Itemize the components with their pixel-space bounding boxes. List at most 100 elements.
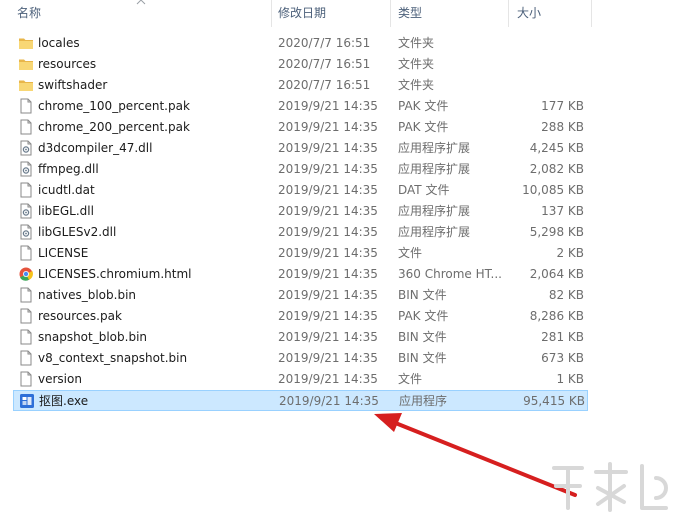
file-name: chrome_200_percent.pak	[38, 120, 190, 134]
file-row[interactable]: resources 2020/7/7 16:51 文件夹	[13, 54, 588, 75]
dll-icon	[18, 140, 34, 156]
file-row[interactable]: ffmpeg.dll 2019/9/21 14:35 应用程序扩展 2,082 KB	[13, 159, 588, 180]
file-date: 2020/7/7 16:51	[278, 78, 371, 92]
file-size: 137 KB	[541, 204, 584, 218]
file-type: BIN 文件	[398, 351, 447, 365]
file-row[interactable]: LICENSE 2019/9/21 14:35 文件 2 KB	[13, 243, 588, 264]
column-header-date[interactable]: 修改日期	[278, 0, 390, 27]
column-divider[interactable]	[271, 0, 272, 27]
file-type: 应用程序	[399, 394, 448, 408]
file-type: 应用程序扩展	[398, 141, 471, 155]
file-date: 2019/9/21 14:35	[278, 372, 378, 386]
file-date: 2019/9/21 14:35	[278, 309, 378, 323]
file-size: 2,064 KB	[529, 267, 584, 281]
file-row[interactable]: chrome_100_percent.pak 2019/9/21 14:35 PAK…	[13, 96, 588, 117]
file-row[interactable]: libGLESv2.dll 2019/9/21 14:35 应用程序扩展 5,298 …	[13, 222, 588, 243]
file-row[interactable]: resources.pak 2019/9/21 14:35 PAK 文件 8,286 …	[13, 306, 588, 327]
file-date: 2019/9/21 14:35	[278, 120, 378, 134]
file-type: 文件	[398, 372, 423, 386]
file-name: locales	[38, 36, 80, 50]
file-date: 2020/7/7 16:51	[278, 36, 371, 50]
file-type: 360 Chrome HT...	[398, 267, 502, 281]
dll-icon	[18, 203, 34, 219]
dll-icon	[18, 224, 34, 240]
file-date: 2019/9/21 14:35	[278, 246, 378, 260]
column-header-size[interactable]: 大小	[517, 0, 591, 27]
file-type: 文件夹	[398, 78, 435, 92]
file-type: DAT 文件	[398, 183, 450, 197]
file-date: 2019/9/21 14:35	[278, 330, 378, 344]
file-name: ffmpeg.dll	[38, 162, 99, 176]
column-divider[interactable]	[591, 0, 592, 27]
file-row[interactable]: chrome_200_percent.pak 2019/9/21 14:35 PAK…	[13, 117, 588, 138]
file-row[interactable]: natives_blob.bin 2019/9/21 14:35 BIN 文件 82 …	[13, 285, 588, 306]
file-row[interactable]: 抠图.exe 2019/9/21 14:35 应用程序 95,415 KB	[13, 390, 588, 411]
file-row[interactable]: locales 2020/7/7 16:51 文件夹	[13, 33, 588, 54]
file-size: 177 KB	[541, 99, 584, 113]
file-icon	[18, 182, 34, 198]
file-type: 文件夹	[398, 57, 435, 71]
file-size: 2,082 KB	[529, 162, 584, 176]
file-date: 2019/9/21 14:35	[278, 162, 378, 176]
file-type: 应用程序扩展	[398, 204, 471, 218]
folder-icon	[18, 56, 34, 72]
file-row[interactable]: LICENSES.chromium.html 2019/9/21 14:35 360…	[13, 264, 588, 285]
file-name: d3dcompiler_47.dll	[38, 141, 153, 155]
file-type: 文件	[398, 246, 423, 260]
file-row[interactable]: d3dcompiler_47.dll 2019/9/21 14:35 应用程序扩展 4…	[13, 138, 588, 159]
file-row[interactable]: v8_context_snapshot.bin 2019/9/21 14:35 BI…	[13, 348, 588, 369]
file-name: icudtl.dat	[38, 183, 95, 197]
file-size: 10,085 KB	[522, 183, 584, 197]
file-name: snapshot_blob.bin	[38, 330, 148, 344]
dll-icon	[18, 161, 34, 177]
file-type: BIN 文件	[398, 288, 447, 302]
file-row[interactable]: icudtl.dat 2019/9/21 14:35 DAT 文件 10,085 KB	[13, 180, 588, 201]
file-size: 288 KB	[541, 120, 584, 134]
file-type: 文件夹	[398, 36, 435, 50]
file-size: 5,298 KB	[529, 225, 584, 239]
file-row[interactable]: version 2019/9/21 14:35 文件 1 KB	[13, 369, 588, 390]
file-type: 应用程序扩展	[398, 162, 471, 176]
file-icon	[18, 329, 34, 345]
column-header-type[interactable]: 类型	[398, 0, 508, 27]
file-row[interactable]: swiftshader 2020/7/7 16:51 文件夹	[13, 75, 588, 96]
column-header: 名称 修改日期 类型 大小	[0, 0, 686, 27]
file-name: libGLESv2.dll	[38, 225, 117, 239]
folder-icon	[18, 77, 34, 93]
file-name: swiftshader	[38, 78, 108, 92]
file-type: BIN 文件	[398, 330, 447, 344]
file-date: 2019/9/21 14:35	[278, 267, 378, 281]
file-type: PAK 文件	[398, 309, 449, 323]
file-size: 1 KB	[556, 372, 584, 386]
folder-icon	[18, 35, 34, 51]
file-size: 673 KB	[541, 351, 584, 365]
file-date: 2019/9/21 14:35	[278, 99, 378, 113]
file-date: 2019/9/21 14:35	[278, 288, 378, 302]
file-date: 2019/9/21 14:35	[278, 204, 378, 218]
file-row[interactable]: libEGL.dll 2019/9/21 14:35 应用程序扩展 137 KB	[13, 201, 588, 222]
file-icon	[18, 119, 34, 135]
file-date: 2020/7/7 16:51	[278, 57, 371, 71]
file-type: 应用程序扩展	[398, 225, 471, 239]
file-size: 95,415 KB	[523, 394, 585, 408]
file-name: LICENSES.chromium.html	[38, 267, 192, 281]
file-name: 抠图.exe	[39, 394, 89, 408]
watermark-logo	[552, 462, 668, 512]
file-icon	[18, 98, 34, 114]
file-size: 4,245 KB	[529, 141, 584, 155]
file-size: 281 KB	[541, 330, 584, 344]
file-size	[508, 54, 584, 75]
file-date: 2019/9/21 14:35	[279, 394, 379, 408]
file-date: 2019/9/21 14:35	[278, 351, 378, 365]
file-date: 2019/9/21 14:35	[278, 141, 378, 155]
file-icon	[18, 287, 34, 303]
file-size	[508, 33, 584, 54]
file-date: 2019/9/21 14:35	[278, 225, 378, 239]
file-date: 2019/9/21 14:35	[278, 183, 378, 197]
column-divider[interactable]	[508, 0, 509, 27]
file-name: chrome_100_percent.pak	[38, 99, 190, 113]
column-divider[interactable]	[390, 0, 391, 27]
file-icon	[18, 308, 34, 324]
column-header-name[interactable]: 名称	[17, 0, 271, 27]
file-row[interactable]: snapshot_blob.bin 2019/9/21 14:35 BIN 文件 28…	[13, 327, 588, 348]
